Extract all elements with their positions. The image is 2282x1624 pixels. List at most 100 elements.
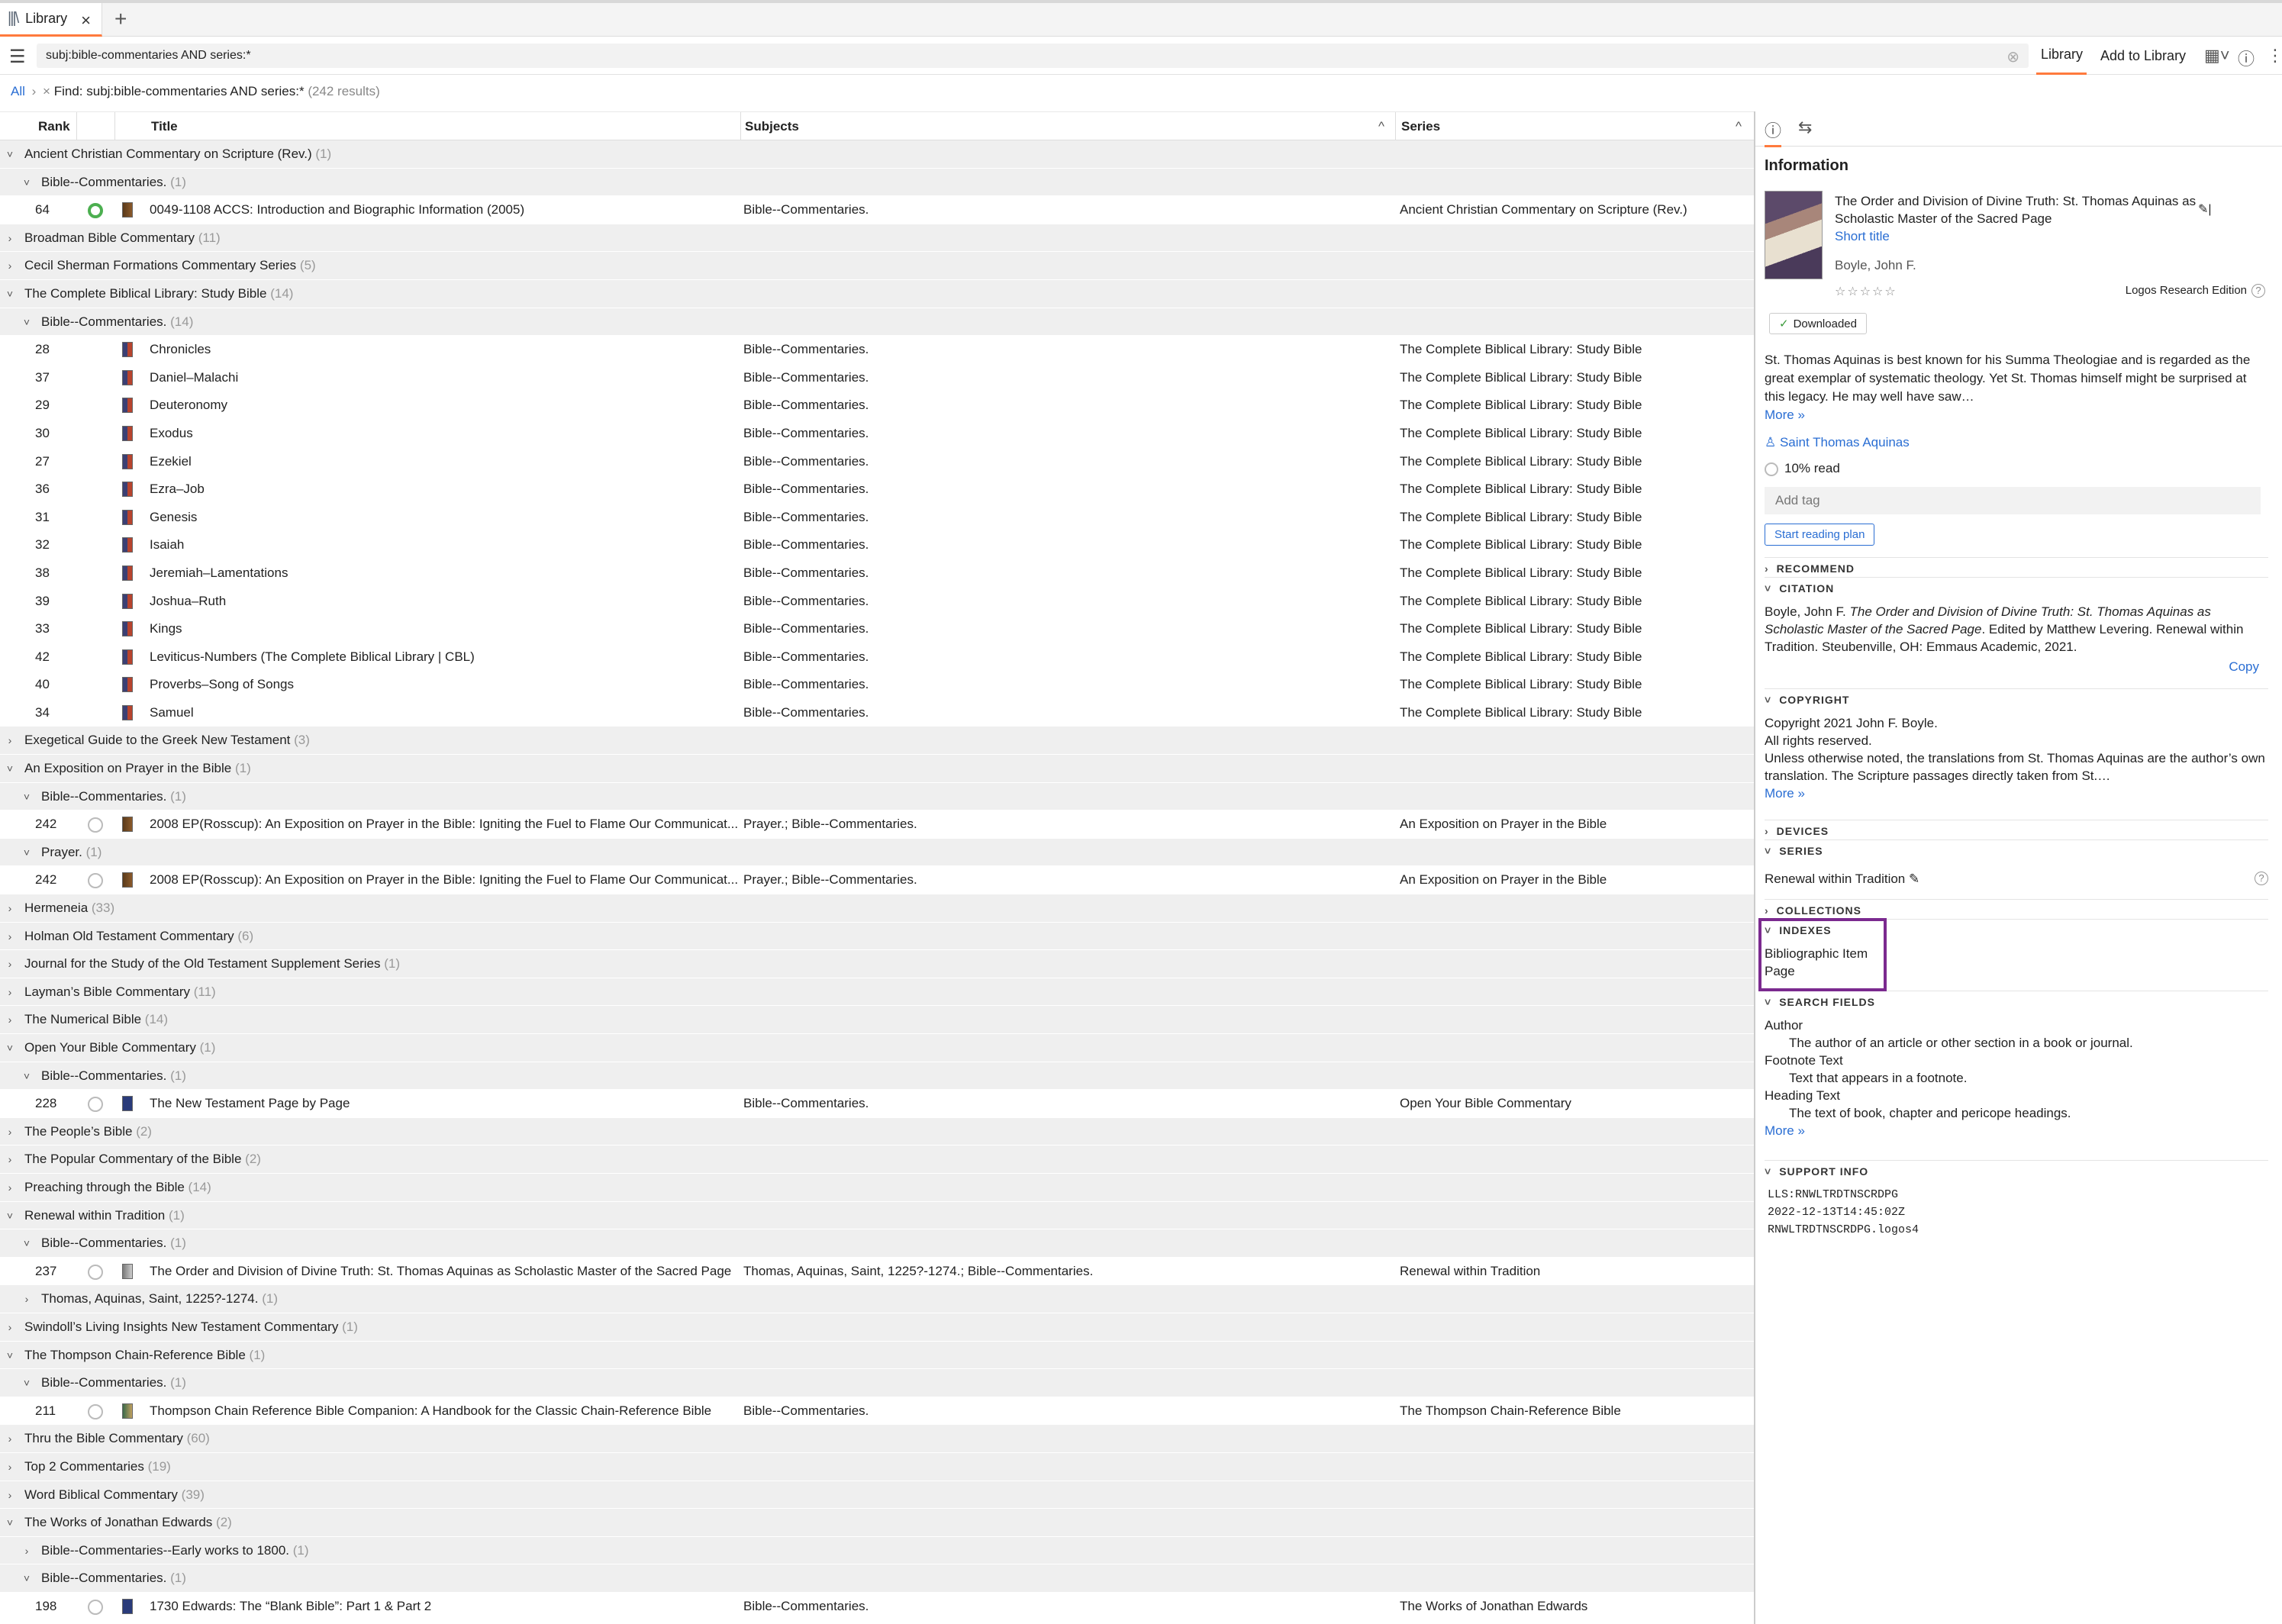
chevron-right-icon[interactable]: › xyxy=(5,1174,15,1202)
chevron-down-icon[interactable]: ˅ xyxy=(5,1202,15,1230)
remove-filter-icon[interactable]: × xyxy=(43,84,50,98)
series-group-row[interactable]: ˅ The Works of Jonathan Edwards (2) xyxy=(0,1509,1754,1537)
subject-group-row[interactable]: ˅ Bible--Commentaries. (1) xyxy=(0,1062,1754,1091)
chevron-right-icon[interactable]: › xyxy=(5,1006,15,1034)
chevron-down-icon[interactable]: ˅ xyxy=(21,783,32,811)
table-row[interactable]: 64 0049-1108 ACCS: Introduction and Biogr… xyxy=(0,196,1754,224)
subject-group-row[interactable]: ˅ Prayer. (1) xyxy=(0,838,1754,867)
series-group-row[interactable]: ˅ An Exposition on Prayer in the Bible (1… xyxy=(0,755,1754,783)
table-row[interactable]: 211 Thompson Chain Reference Bible Compan… xyxy=(0,1397,1754,1426)
series-group-row[interactable]: ˅ Renewal within Tradition (1) xyxy=(0,1201,1754,1230)
series-group-row[interactable]: › The Numerical Bible (14) xyxy=(0,1006,1754,1034)
sort-ascending-icon[interactable]: ^ xyxy=(1378,119,1384,134)
section-devices[interactable]: › DEVICES xyxy=(1765,820,2268,837)
subject-group-row[interactable]: ˅ Bible--Commentaries. (1) xyxy=(0,1564,1754,1593)
chevron-down-icon[interactable]: ˅ xyxy=(5,1342,15,1370)
series-group-row[interactable]: ˅ The Complete Biblical Library: Study Bi… xyxy=(0,279,1754,308)
tab-library[interactable]: |||\ Library × xyxy=(0,3,102,37)
chevron-right-icon[interactable]: › xyxy=(5,894,15,923)
sort-ascending-icon[interactable]: ^ xyxy=(1736,119,1742,134)
table-row[interactable]: 198 1730 Edwards: The “Blank Bible”: Part… xyxy=(0,1592,1754,1621)
search-fields-more-link[interactable]: More » xyxy=(1765,1122,2268,1139)
table-row[interactable]: 228 The New Testament Page by Page Bible--… xyxy=(0,1090,1754,1118)
series-group-row[interactable]: › Broadman Bible Commentary (11) xyxy=(0,224,1754,253)
table-row[interactable]: 42 Leviticus-Numbers (The Complete Biblic… xyxy=(0,643,1754,672)
edit-pencil-icon[interactable]: ✎ xyxy=(1909,872,1919,886)
copy-citation-link[interactable]: Copy xyxy=(2229,659,2259,675)
subject-group-row[interactable]: ˅ Bible--Commentaries. (1) xyxy=(0,782,1754,811)
table-row[interactable]: 37 Daniel–Malachi Bible--Commentaries. The … xyxy=(0,363,1754,392)
chevron-down-icon[interactable]: ˅ xyxy=(21,308,32,337)
chevron-right-icon[interactable]: › xyxy=(5,923,15,951)
chevron-right-icon[interactable]: › xyxy=(21,1537,32,1565)
chevron-right-icon[interactable]: › xyxy=(5,1453,15,1481)
series-group-row[interactable]: › Journal for the Study of the Old Testam… xyxy=(0,950,1754,978)
series-group-row[interactable]: › Word Biblical Commentary (39) xyxy=(0,1481,1754,1510)
column-subjects[interactable]: Subjects xyxy=(745,119,799,134)
info-tab-icon[interactable]: ⓘ xyxy=(1765,118,1782,147)
table-row[interactable]: 27 Ezekiel Bible--Commentaries. The Complet… xyxy=(0,447,1754,476)
chevron-right-icon[interactable]: › xyxy=(5,950,15,978)
subject-group-row[interactable]: ˅ Bible--Commentaries. (14) xyxy=(0,308,1754,337)
chevron-down-icon[interactable]: ˅ xyxy=(5,755,15,783)
rating-stars[interactable]: ☆☆☆☆☆ xyxy=(1835,284,1897,299)
chevron-right-icon[interactable]: › xyxy=(21,1285,32,1313)
chevron-down-icon[interactable]: ˅ xyxy=(5,1509,15,1537)
chevron-right-icon[interactable]: › xyxy=(5,224,15,253)
chevron-down-icon[interactable]: ˅ xyxy=(21,1369,32,1397)
column-divider[interactable] xyxy=(76,112,77,141)
section-copyright[interactable]: ˅ COPYRIGHT xyxy=(1765,688,2268,706)
info-panel-icon[interactable]: ⓘ xyxy=(2238,46,2255,70)
series-group-row[interactable]: › Preaching through the Bible (14) xyxy=(0,1173,1754,1202)
chevron-right-icon[interactable]: › xyxy=(5,1313,15,1342)
table-row[interactable]: 31 Genesis Bible--Commentaries. The Complet… xyxy=(0,503,1754,532)
section-recommend[interactable]: › RECOMMEND xyxy=(1765,557,2268,575)
help-icon[interactable]: ? xyxy=(2251,284,2265,298)
table-row[interactable]: 242 2008 EP(Rosscup): An Exposition on Pr… xyxy=(0,866,1754,895)
chevron-down-icon[interactable]: ˅ xyxy=(21,839,32,867)
column-title[interactable]: Title xyxy=(151,119,178,134)
column-rank[interactable]: Rank xyxy=(38,119,70,134)
column-divider[interactable] xyxy=(114,112,115,141)
chevron-down-icon[interactable]: ˅ xyxy=(21,1062,32,1091)
series-group-row[interactable]: › The Popular Commentary of the Bible (2) xyxy=(0,1146,1754,1174)
series-group-row[interactable]: › Cecil Sherman Formations Commentary Ser… xyxy=(0,252,1754,280)
series-group-row[interactable]: › Swindoll’s Living Insights New Testamen… xyxy=(0,1313,1754,1342)
table-row[interactable]: 40 Proverbs–Song of Songs Bible--Commentar… xyxy=(0,671,1754,699)
clear-search-icon[interactable]: ⊗ xyxy=(2006,47,2019,66)
chevron-right-icon[interactable]: › xyxy=(5,1481,15,1510)
section-support-info[interactable]: ˅ SUPPORT INFO xyxy=(1765,1160,2268,1178)
subject-group-row[interactable]: › Bible--Commentaries--Early works to 180… xyxy=(0,1536,1754,1565)
chevron-down-icon[interactable]: ˅ xyxy=(5,280,15,308)
series-group-row[interactable]: › Holman Old Testament Commentary (6) xyxy=(0,922,1754,951)
series-group-row[interactable]: › Thru the Bible Commentary (60) xyxy=(0,1425,1754,1453)
chevron-right-icon[interactable]: › xyxy=(5,1118,15,1146)
close-tab-icon[interactable]: × xyxy=(81,11,91,31)
menu-hamburger-icon[interactable]: ☰ xyxy=(9,46,26,68)
series-group-row[interactable]: ˅ Open Your Bible Commentary (1) xyxy=(0,1034,1754,1062)
add-tag-input[interactable]: Add tag xyxy=(1765,487,2261,514)
subject-group-row[interactable]: ˅ Bible--Commentaries. (1) xyxy=(0,1369,1754,1397)
related-tab-icon[interactable]: ⇆ xyxy=(1798,118,1812,137)
series-group-row[interactable]: › Layman’s Bible Commentary (11) xyxy=(0,978,1754,1007)
series-group-row[interactable]: › Hermeneia (33) xyxy=(0,894,1754,923)
table-row[interactable]: 34 Samuel Bible--Commentaries. The Complete… xyxy=(0,698,1754,727)
chevron-down-icon[interactable]: ˅ xyxy=(5,140,15,169)
chevron-right-icon[interactable]: › xyxy=(5,252,15,280)
new-tab-plus-icon[interactable]: + xyxy=(114,8,127,31)
section-series[interactable]: ˅ SERIES xyxy=(1765,839,2268,857)
table-row[interactable]: 39 Joshua–Ruth Bible--Commentaries. The Com… xyxy=(0,587,1754,616)
table-row[interactable]: 36 Ezra–Job Bible--Commentaries. The Comple… xyxy=(0,475,1754,504)
table-row[interactable]: 28 Chronicles Bible--Commentaries. The Comp… xyxy=(0,336,1754,364)
help-icon[interactable]: ? xyxy=(2255,872,2268,885)
copyright-more-link[interactable]: More » xyxy=(1765,785,2268,802)
table-row[interactable]: 30 Exodus Bible--Commentaries. The Complete… xyxy=(0,419,1754,448)
more-options-icon[interactable]: ⋮ xyxy=(2267,46,2282,66)
edit-pencil-icon[interactable]: ✎| xyxy=(2198,201,2212,217)
series-group-row[interactable]: › Top 2 Commentaries (19) xyxy=(0,1452,1754,1481)
section-collections[interactable]: › COLLECTIONS xyxy=(1765,899,2268,917)
section-citation[interactable]: ˅ CITATION xyxy=(1765,577,2268,594)
series-group-row[interactable]: ˅ The Thompson Chain-Reference Bible (1) xyxy=(0,1341,1754,1370)
series-group-row[interactable]: › Exegetical Guide to the Greek New Testa… xyxy=(0,727,1754,756)
table-row[interactable]: 237 The Order and Division of Divine Trut… xyxy=(0,1257,1754,1286)
